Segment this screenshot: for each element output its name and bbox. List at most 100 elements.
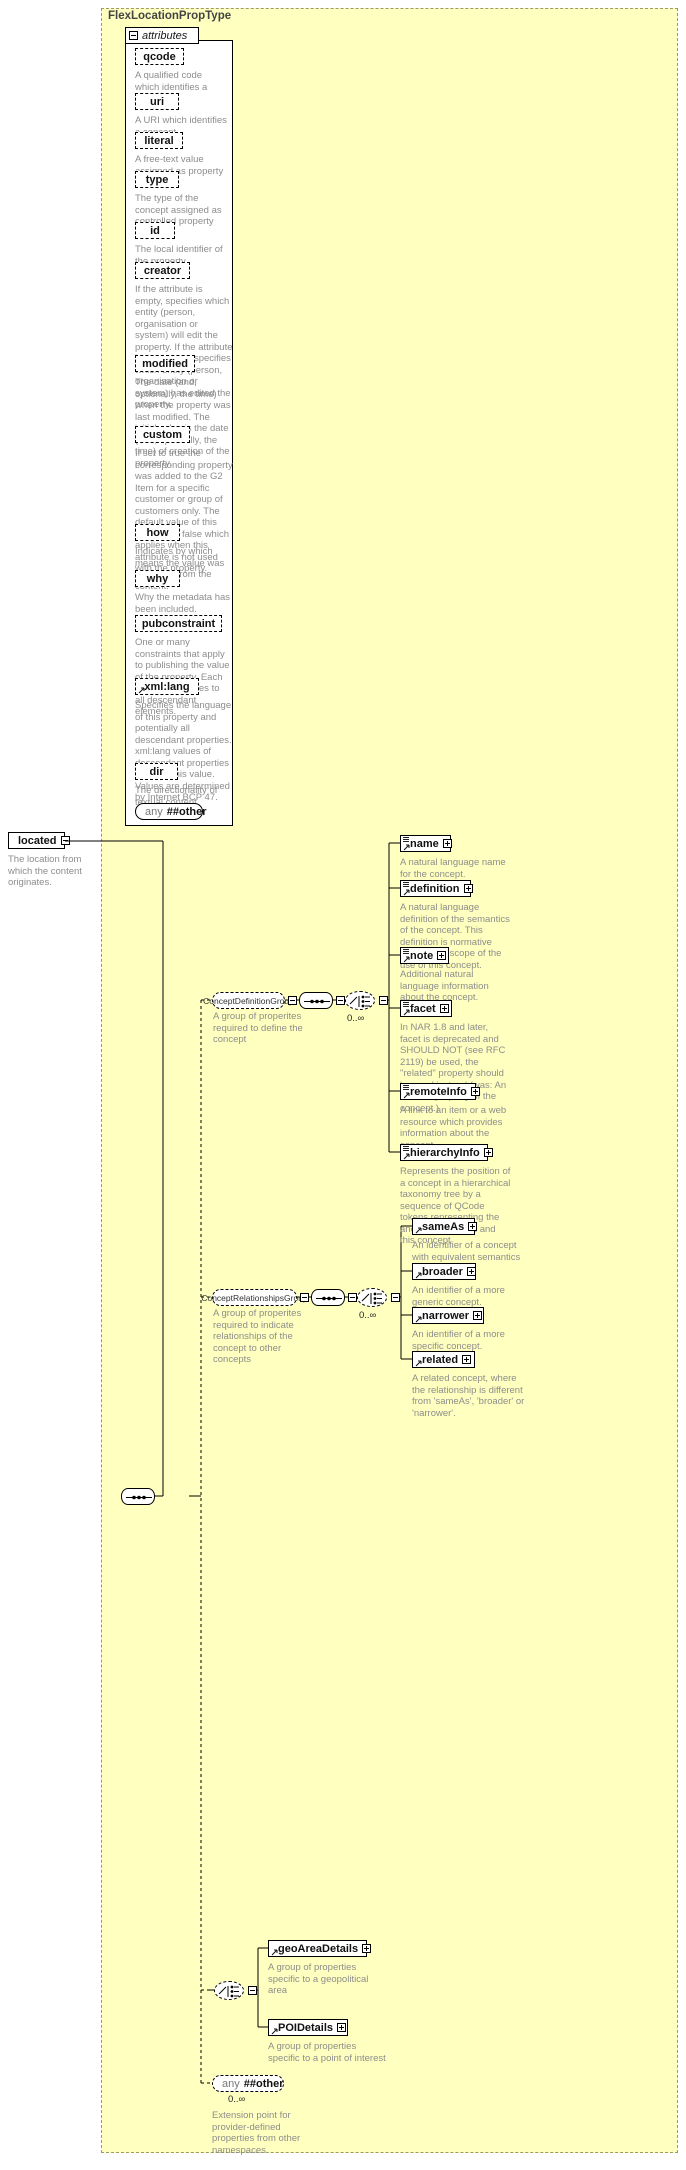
expand-icon[interactable]: [483, 1148, 493, 1157]
expand-icon[interactable]: [442, 839, 452, 848]
element-description: In NAR 1.8 and later, facet is deprecate…: [400, 1022, 507, 1114]
any-namespace: ##other: [166, 805, 207, 818]
reference-arrow-icon: [415, 1360, 422, 1367]
element-label: remoteInfo: [410, 1085, 467, 1098]
attribute-node[interactable]: creator: [135, 262, 192, 281]
attribute-label: id: [150, 224, 160, 237]
element-label: facet: [410, 1002, 436, 1015]
element-node-located[interactable]: located: [8, 832, 70, 851]
expand-icon[interactable]: [473, 1311, 483, 1320]
collapse-icon[interactable]: [288, 996, 297, 1005]
element-node-facet[interactable]: facet: [400, 1000, 454, 1019]
element-label: sameAs: [422, 1220, 465, 1233]
element-label: narrower: [422, 1309, 470, 1322]
collapse-icon[interactable]: [300, 1293, 309, 1302]
reference-arrow-icon: [415, 1272, 422, 1279]
expand-icon[interactable]: [362, 1944, 372, 1953]
group-node-conceptrelationshipsgroup[interactable]: ConceptRelationshipsGroup: [201, 1289, 308, 1308]
collapse-icon[interactable]: [348, 1293, 357, 1302]
attribute-node[interactable]: modified: [135, 355, 197, 374]
expand-icon[interactable]: [468, 1222, 478, 1231]
reference-arrow-icon: [403, 1092, 410, 1099]
reference-arrow-icon: [271, 1949, 278, 1956]
collapse-icon[interactable]: [379, 996, 388, 1005]
attribute-label: custom: [142, 428, 183, 441]
choice-compositor[interactable]: [357, 1288, 389, 1309]
attribute-node[interactable]: xml:lang: [135, 678, 201, 697]
attribute-label: why: [146, 572, 169, 585]
element-node-poidetails[interactable]: POIDetails: [268, 2019, 350, 2038]
attribute-node[interactable]: dir: [135, 763, 180, 782]
collapse-icon[interactable]: [129, 31, 138, 40]
sequence-compositor[interactable]: [311, 1289, 347, 1308]
attribute-node[interactable]: literal: [135, 132, 185, 151]
attribute-label: qcode: [143, 50, 176, 63]
body-any-node[interactable]: any ##other: [212, 2075, 286, 2094]
group-node-conceptdefinitiongroup[interactable]: ConceptDefinitionGroup: [203, 992, 294, 1011]
element-label: related: [422, 1353, 459, 1366]
element-node-remoteinfo[interactable]: remoteInfo: [400, 1083, 480, 1102]
root-element-description: The location from which the content orig…: [8, 854, 82, 888]
attributes-header[interactable]: attributes: [125, 27, 199, 44]
attribute-node[interactable]: pubconstraint: [135, 615, 224, 634]
attribute-node[interactable]: why: [135, 570, 182, 589]
element-description: An identifier of a concept with equivale…: [412, 1240, 521, 1263]
any-keyword: any: [145, 805, 163, 818]
choice-compositor[interactable]: [345, 991, 377, 1012]
attribute-node[interactable]: custom: [135, 426, 192, 445]
element-description: A natural language name for the concept.: [400, 857, 506, 880]
attribute-label: type: [145, 173, 169, 186]
element-description: An identifier of a more specific concept…: [412, 1329, 505, 1352]
collapse-icon[interactable]: [60, 836, 70, 845]
attribute-label: creator: [143, 264, 182, 277]
sequence-compositor[interactable]: [121, 1488, 157, 1507]
attribute-node[interactable]: uri: [135, 93, 181, 112]
element-node-hierarchyinfo[interactable]: hierarchyInfo: [400, 1144, 493, 1163]
element-node-narrower[interactable]: narrower: [412, 1307, 486, 1326]
element-node-broader[interactable]: broader: [412, 1263, 478, 1282]
group-label: ConceptRelationshipsGroup: [201, 1292, 308, 1303]
any-keyword: any: [222, 2077, 240, 2090]
expand-icon[interactable]: [466, 1267, 476, 1276]
group-description: A group of properites required to define…: [213, 1011, 303, 1045]
collapse-icon[interactable]: [391, 1293, 400, 1302]
group-description: A group of properites required to indica…: [213, 1308, 302, 1365]
expand-icon[interactable]: [437, 951, 447, 960]
reference-arrow-icon: [403, 1153, 410, 1160]
attributes-any-node[interactable]: any ##other: [135, 803, 207, 822]
element-description: An identifier of a more generic concept.: [412, 1285, 505, 1308]
attribute-label: pubconstraint: [141, 617, 216, 630]
attribute-node[interactable]: how: [135, 524, 182, 543]
element-node-geoareadetails[interactable]: geoAreaDetails: [268, 1940, 372, 1959]
choice-compositor[interactable]: [214, 1981, 246, 2002]
body-any-description: Extension point for provider-defined pro…: [212, 2110, 301, 2156]
element-description: A related concept, where the relationshi…: [412, 1373, 525, 1419]
element-node-definition[interactable]: definition: [400, 880, 473, 899]
reference-arrow-icon: [403, 889, 410, 896]
element-node-related[interactable]: related: [412, 1351, 477, 1370]
attribute-label: dir: [149, 765, 164, 778]
element-label: name: [410, 837, 439, 850]
element-label: definition: [410, 882, 460, 895]
reference-arrow-icon: [403, 844, 410, 851]
expand-icon[interactable]: [470, 1087, 480, 1096]
content-model-icon: [403, 1146, 409, 1151]
expand-icon[interactable]: [463, 884, 473, 893]
expand-icon[interactable]: [337, 2023, 347, 2032]
reference-arrow-icon: [138, 687, 145, 694]
element-node-name[interactable]: name: [400, 835, 453, 854]
attribute-node[interactable]: type: [135, 171, 181, 190]
element-label: broader: [422, 1265, 463, 1278]
expand-icon[interactable]: [439, 1004, 449, 1013]
reference-arrow-icon: [415, 1227, 422, 1234]
collapse-icon[interactable]: [248, 1986, 257, 1995]
sequence-compositor[interactable]: [299, 992, 335, 1011]
attribute-node[interactable]: id: [135, 222, 177, 241]
element-node-note[interactable]: note: [400, 947, 451, 966]
element-label: geoAreaDetails: [278, 1942, 359, 1955]
attribute-node[interactable]: qcode: [135, 48, 186, 67]
reference-arrow-icon: [403, 956, 410, 963]
expand-icon[interactable]: [462, 1355, 472, 1364]
collapse-icon[interactable]: [336, 996, 345, 1005]
element-node-sameas[interactable]: sameAs: [412, 1218, 478, 1237]
